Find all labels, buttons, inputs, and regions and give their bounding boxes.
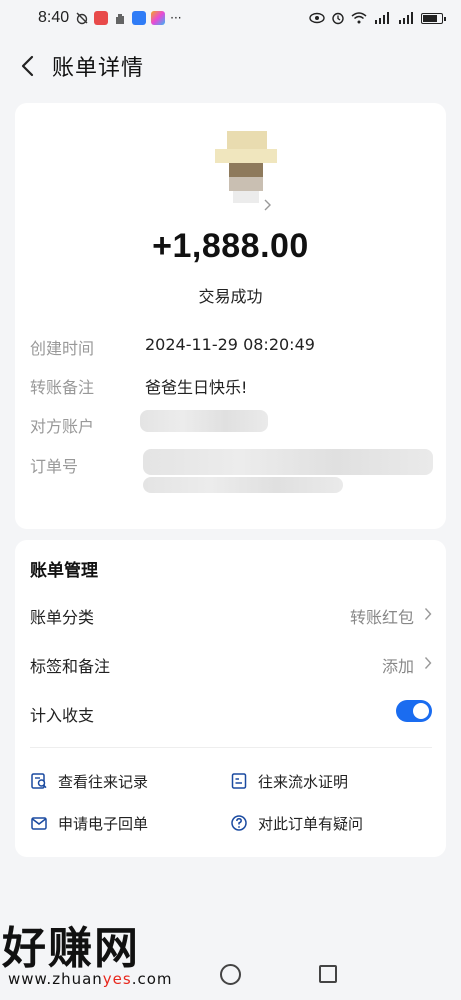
tags-value: 添加 (381, 657, 414, 676)
category-label: 账单分类 (30, 608, 95, 627)
alarm-off-icon (76, 12, 88, 25)
transaction-status: 交易成功 (198, 287, 263, 306)
view-records-button[interactable]: 查看往来记录 (30, 770, 148, 792)
recents-square-icon[interactable] (319, 965, 337, 983)
app-red-icon (94, 11, 109, 25)
chevron-right-icon (424, 608, 432, 620)
detail-label: 转账备注 (30, 378, 95, 397)
more-notifications: ··· (170, 11, 182, 25)
avatar-pixel (215, 149, 277, 163)
detail-value: 爸爸生日快乐! (145, 378, 248, 397)
divider (30, 747, 432, 748)
signal-icon-1 (375, 12, 389, 24)
include-label: 计入收支 (30, 706, 95, 725)
e-receipt-label: 申请电子回单 (58, 814, 149, 833)
system-nav-bar (0, 950, 461, 1000)
detail-label: 订单号 (30, 457, 79, 476)
view-records-label: 查看往来记录 (58, 772, 149, 791)
avatar[interactable] (215, 123, 277, 203)
question-icon (231, 815, 247, 831)
bill-manage-card: 账单管理 账单分类 转账红包 标签和备注 添加 计入收支 查看往来记录 往来流水… (15, 540, 446, 857)
page-title: 账单详情 (52, 56, 145, 81)
include-toggle[interactable] (396, 700, 432, 722)
detail-value: 2024-11-29 08:20:49 (145, 335, 315, 354)
battery-icon (421, 12, 446, 24)
tags-row[interactable]: 标签和备注 添加 (30, 653, 432, 677)
avatar-pixel (229, 177, 263, 191)
tags-label: 标签和备注 (30, 657, 111, 676)
signal-icon-2 (399, 12, 413, 24)
alarm-icon (332, 12, 344, 25)
status-time: 8:40 (38, 9, 70, 26)
category-value: 转账红包 (349, 608, 414, 627)
question-button[interactable]: 对此订单有疑问 (230, 812, 363, 834)
chevron-right-icon (424, 657, 432, 669)
include-row: 计入收支 (30, 700, 432, 726)
app-colorful-icon (151, 11, 166, 25)
detail-label: 创建时间 (30, 339, 95, 358)
transaction-card: +1,888.00 交易成功 创建时间 2024-11-29 08:20:49 … (15, 103, 446, 529)
flow-proof-label: 往来流水证明 (258, 772, 349, 791)
order-number-redacted (143, 449, 433, 475)
avatar-pixel (233, 191, 259, 203)
status-bar: 8:40 ··· (0, 0, 461, 36)
home-circle-icon[interactable] (220, 964, 241, 985)
nav-bar: 账单详情 (0, 44, 461, 88)
counterparty-redacted (140, 410, 268, 432)
avatar-pixel (227, 131, 267, 149)
flow-proof-button[interactable]: 往来流水证明 (230, 770, 348, 792)
wifi-icon (351, 12, 367, 24)
records-search-icon (31, 773, 47, 789)
section-title: 账单管理 (30, 561, 98, 581)
detail-label: 对方账户 (30, 417, 95, 436)
chevron-right-icon[interactable] (263, 199, 271, 211)
hand-icon (116, 14, 124, 24)
document-proof-icon (231, 773, 247, 789)
app-blue-icon (132, 11, 147, 25)
toggle-knob (413, 703, 429, 719)
mail-icon (31, 817, 47, 830)
status-right (309, 11, 446, 25)
notification-icons: ··· (75, 11, 182, 25)
e-receipt-button[interactable]: 申请电子回单 (30, 812, 148, 834)
chevron-left-icon (21, 55, 34, 77)
question-label: 对此订单有疑问 (258, 814, 364, 833)
order-number-redacted-2 (143, 477, 343, 493)
back-button[interactable] (2, 44, 52, 88)
eye-icon (309, 12, 325, 24)
category-row[interactable]: 账单分类 转账红包 (30, 604, 432, 628)
amount: +1,888.00 (152, 227, 309, 265)
status-left: 8:40 ··· (38, 9, 182, 27)
avatar-pixel (229, 163, 263, 177)
